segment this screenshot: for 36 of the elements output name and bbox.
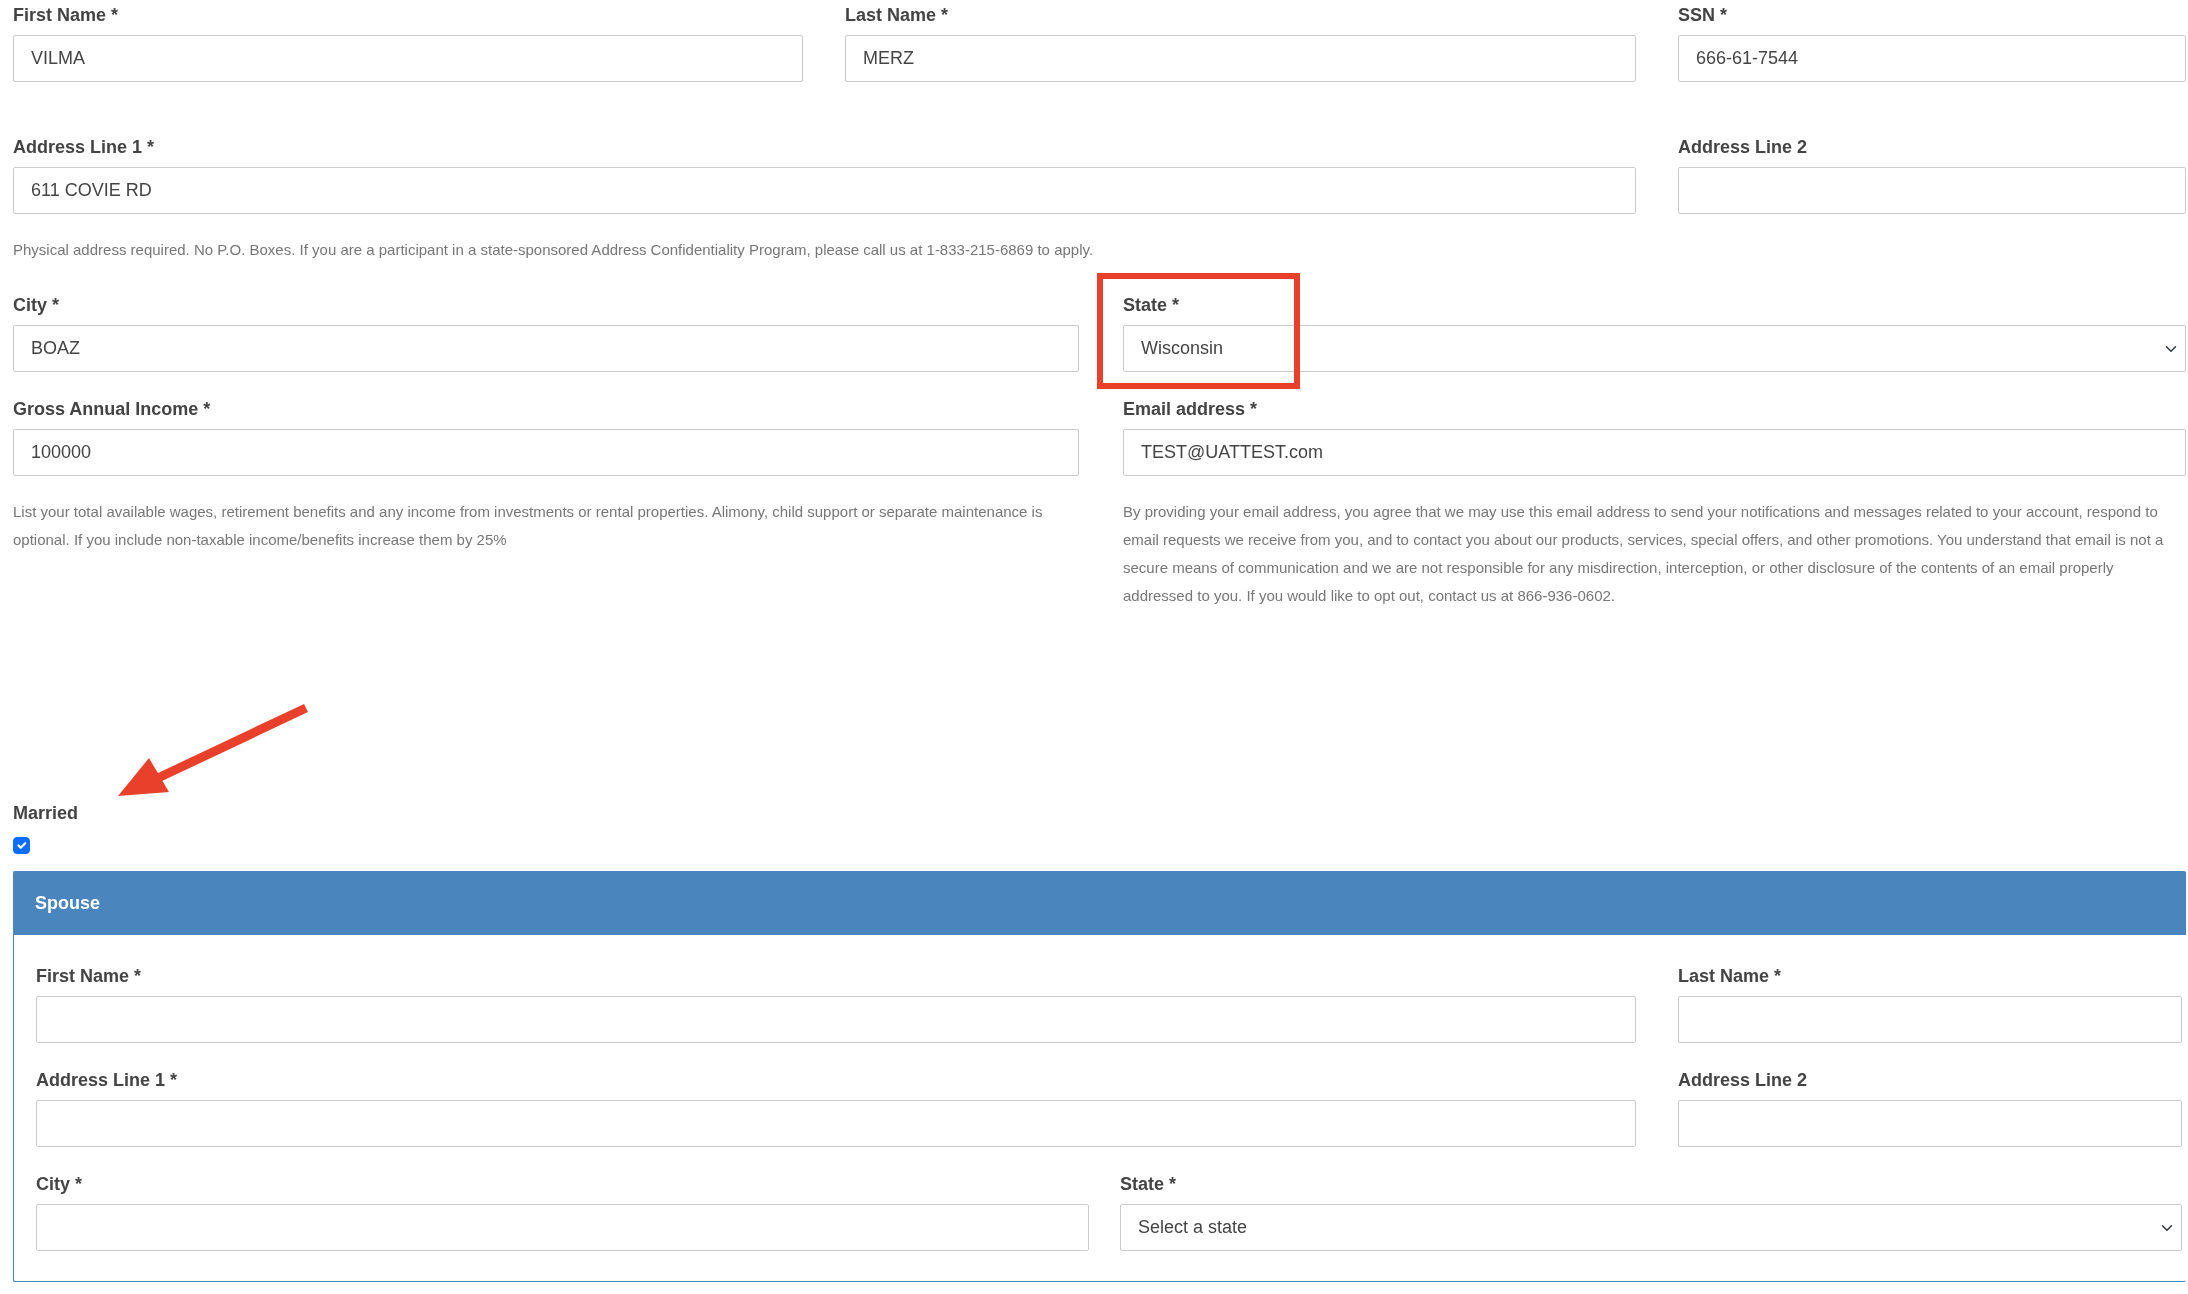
married-checkbox[interactable]: [13, 837, 30, 854]
married-label: Married: [13, 802, 79, 825]
state-dropdown[interactable]: Select a state: [1120, 1204, 2182, 1251]
input-field[interactable]: [1678, 1100, 2182, 1147]
field-label: Address Line 1 *: [36, 1069, 178, 1092]
field-label: First Name *: [13, 4, 119, 27]
state-dropdown[interactable]: Wisconsin: [1123, 325, 2186, 372]
field-label: City *: [13, 294, 59, 317]
field-label: State *: [1120, 1173, 1177, 1196]
field-label: SSN *: [1678, 4, 1728, 27]
field-label: Address Line 1 *: [13, 136, 155, 159]
field-label: Last Name *: [845, 4, 949, 27]
field-label: Email address *: [1123, 398, 1258, 421]
input-field[interactable]: BOAZ: [13, 325, 1079, 372]
input-field[interactable]: [1678, 167, 2186, 214]
help-text: List your total available wages, retirement benefits and any income from investments or rental properties. Alimony, child support or separate maintenance is optional. If you include non-taxable income/benefits increase them by 25%: [13, 502, 1044, 550]
field-label: Address Line 2: [1678, 136, 1808, 159]
input-field[interactable]: [36, 1204, 1089, 1251]
input-field[interactable]: 100000: [13, 429, 1079, 476]
field-label: Last Name *: [1678, 965, 1782, 988]
input-field[interactable]: [1678, 996, 2182, 1043]
input-field[interactable]: 666-61-7544: [1678, 35, 2186, 82]
field-label: Address Line 2: [1678, 1069, 1808, 1092]
input-field[interactable]: [36, 996, 1636, 1043]
input-field[interactable]: MERZ: [845, 35, 1636, 82]
input-field[interactable]: [36, 1100, 1636, 1147]
field-label: Gross Annual Income *: [13, 398, 211, 421]
help-text: Physical address required. No P.O. Boxes. If you are a participant in a state-sponsored Address Confidentiality Program, please call us at 1-833-215-6869 to apply.: [13, 240, 1095, 260]
input-field[interactable]: VILMA: [13, 35, 803, 82]
input-field[interactable]: TEST@UATTEST.com: [1123, 429, 2186, 476]
field-label: State *: [1123, 294, 1180, 317]
input-field[interactable]: 611 COVIE RD: [13, 167, 1636, 214]
field-label: First Name *: [36, 965, 142, 988]
help-text: By providing your email address, you agree that we may use this email address to send your notifications and messages related to your account, respond to email requests we receive from you, and to contact you about our products, services, special offers, and other promotions. You understand that email is not a secure means of communication and we are not responsible for any misdirection, interception, or other disclosure of the contents of an email properly addressed to you. If you would like to opt out, contact us at 866-936-0602.: [1123, 502, 2165, 606]
field-label: City *: [36, 1173, 82, 1196]
panel-title: Spouse: [14, 872, 2186, 935]
